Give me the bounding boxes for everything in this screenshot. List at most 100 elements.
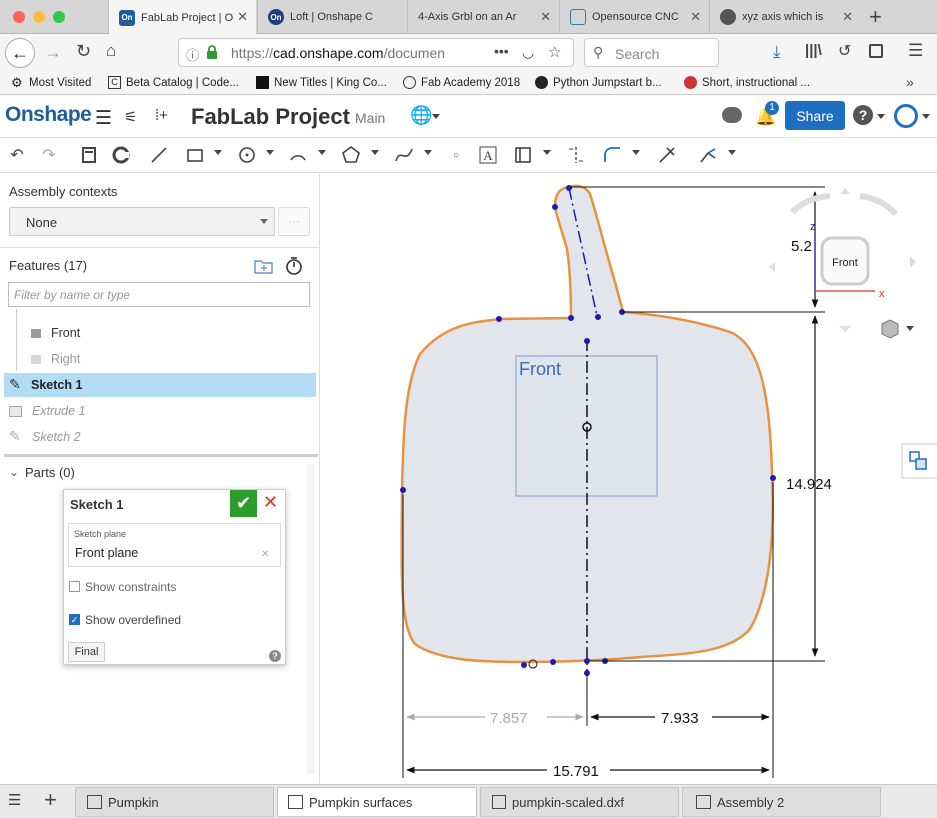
- add-tab-button[interactable]: +: [44, 787, 57, 813]
- back-button[interactable]: ←: [5, 38, 35, 68]
- search-input[interactable]: ⚲ Search: [584, 38, 719, 67]
- copy-sketch-icon[interactable]: [78, 144, 100, 166]
- right-width-dim-text[interactable]: 7.933: [661, 710, 699, 727]
- final-button[interactable]: Final: [68, 642, 105, 662]
- more-bookmarks-icon[interactable]: »: [906, 74, 914, 90]
- bookmark-new-titles[interactable]: New Titles | King Co...: [256, 76, 387, 89]
- bookmark-fab-academy[interactable]: Fab Academy 2018: [403, 76, 520, 89]
- feature-sketch-2[interactable]: ✎ Sketch 2: [0, 425, 316, 449]
- hamburger-menu-icon[interactable]: ☰: [95, 107, 112, 130]
- library-icon[interactable]: |||\: [805, 42, 822, 59]
- expand-chevron-icon[interactable]: ⌄: [9, 465, 19, 479]
- parts-label[interactable]: Parts (0): [25, 465, 75, 480]
- close-tab-icon[interactable]: ✕: [690, 9, 701, 25]
- chevron-down-icon[interactable]: [318, 150, 326, 155]
- assembly-context-menu-button[interactable]: ···: [278, 207, 310, 236]
- panel-scrollbar[interactable]: [307, 464, 315, 774]
- minimize-window-button[interactable]: [33, 11, 45, 23]
- sidebar-icon[interactable]: [869, 44, 883, 58]
- flow-icon[interactable]: ⚟: [124, 108, 137, 126]
- left-width-dim-text[interactable]: 7.857: [490, 710, 528, 727]
- browser-tab-fablab[interactable]: On FabLab Project | O ✕: [108, 0, 256, 35]
- stem-height-dim-text[interactable]: 5.2: [791, 238, 812, 255]
- text-tool-icon[interactable]: A: [477, 144, 499, 166]
- rectangle-tool-icon[interactable]: [184, 144, 206, 166]
- tab-manager-icon[interactable]: ☰: [8, 791, 21, 809]
- redo-icon[interactable]: ↷: [38, 144, 60, 166]
- feature-sketch-1[interactable]: ✎ Sketch 1: [4, 373, 316, 397]
- menu-icon[interactable]: ☰: [908, 41, 923, 61]
- feature-extrude-1[interactable]: Extrude 1: [0, 399, 316, 423]
- chevron-down-icon[interactable]: [424, 150, 432, 155]
- chevron-down-icon[interactable]: [266, 150, 274, 155]
- add-folder-icon[interactable]: [254, 258, 273, 274]
- construction-icon[interactable]: [512, 144, 534, 166]
- graphics-canvas[interactable]: 5.2 14.924 7.857 7.933 15.791 Front Fron…: [320, 174, 937, 784]
- sketch-viewport[interactable]: 5.2 14.924 7.857 7.933 15.791 Front Fron…: [320, 174, 937, 784]
- globe-icon[interactable]: 🌐: [410, 105, 432, 126]
- onshape-logo[interactable]: Onshape: [5, 103, 92, 127]
- use-icon[interactable]: [110, 144, 132, 166]
- close-window-button[interactable]: [13, 11, 25, 23]
- close-tab-icon[interactable]: ✕: [842, 9, 853, 25]
- bookmark-most-visited[interactable]: ⚙ Most Visited: [11, 76, 91, 89]
- help-icon[interactable]: ?: [853, 105, 873, 125]
- tab-pumpkin-surfaces[interactable]: Pumpkin surfaces: [277, 787, 477, 817]
- clear-plane-icon[interactable]: ✕: [261, 549, 269, 560]
- chevron-down-icon[interactable]: [922, 114, 930, 119]
- feature-filter-input[interactable]: Filter by name or type: [8, 282, 310, 307]
- help-icon[interactable]: ?: [269, 650, 281, 662]
- rollback-bar[interactable]: [4, 454, 318, 457]
- forward-button[interactable]: →: [44, 42, 62, 63]
- history-icon[interactable]: ↺: [838, 41, 851, 61]
- insert-icon[interactable]: ⁞+: [155, 107, 168, 124]
- assembly-context-select[interactable]: None: [9, 207, 275, 236]
- circle-tool-icon[interactable]: [236, 144, 258, 166]
- chevron-down-icon[interactable]: [728, 150, 736, 155]
- tab-pumpkin-scaled-dxf[interactable]: pumpkin-scaled.dxf: [480, 787, 679, 817]
- share-button[interactable]: Share: [785, 101, 845, 130]
- bookmark-python-jumpstart[interactable]: Python Jumpstart b...: [535, 76, 662, 89]
- total-width-dim-text[interactable]: 15.791: [553, 763, 599, 780]
- transform-tool-icon[interactable]: [697, 144, 719, 166]
- chevron-down-icon[interactable]: [543, 150, 551, 155]
- chevron-down-icon[interactable]: [371, 150, 379, 155]
- sketch-plane-field[interactable]: Sketch plane Front plane ✕: [68, 523, 281, 567]
- cancel-x-icon[interactable]: ✕: [263, 492, 278, 513]
- bookmark-star-icon[interactable]: ☆: [548, 43, 561, 61]
- tab-pumpkin[interactable]: Pumpkin: [75, 787, 274, 817]
- midpoint-line-icon[interactable]: [565, 144, 587, 166]
- spline-tool-icon[interactable]: [393, 144, 415, 166]
- view-cube-face-label[interactable]: Front: [832, 257, 858, 269]
- browser-tab-grbl[interactable]: 4-Axis Grbl on an Ar ✕: [407, 0, 559, 34]
- timer-icon[interactable]: [285, 256, 303, 275]
- browser-tab-opensource-cnc[interactable]: Opensource CNC ✕: [559, 0, 709, 34]
- front-plane-label[interactable]: Front: [519, 359, 561, 379]
- branch-label[interactable]: Main: [355, 110, 385, 126]
- view-mode-icon[interactable]: [881, 319, 914, 339]
- line-tool-icon[interactable]: [148, 144, 170, 166]
- pocket-icon[interactable]: ◡: [522, 44, 534, 61]
- fillet-tool-icon[interactable]: [601, 144, 623, 166]
- document-title[interactable]: FabLab Project: [191, 104, 350, 130]
- info-icon[interactable]: ⓘ: [186, 45, 199, 64]
- page-actions-icon[interactable]: •••: [494, 43, 509, 59]
- chevron-down-icon[interactable]: [877, 114, 885, 119]
- appearance-panel-icon[interactable]: [901, 443, 937, 479]
- download-icon[interactable]: ⤓: [773, 42, 781, 62]
- bookmark-short-instructional[interactable]: Short, instructional ...: [684, 76, 810, 89]
- home-button[interactable]: ⌂: [106, 41, 116, 61]
- feature-front-plane[interactable]: Front: [0, 321, 316, 345]
- view-cube[interactable]: Front z x: [769, 188, 916, 332]
- show-overdefined-checkbox[interactable]: ✓: [69, 614, 80, 625]
- chevron-down-icon[interactable]: [432, 114, 440, 119]
- tab-assembly-2[interactable]: Assembly 2: [682, 787, 881, 817]
- polygon-tool-icon[interactable]: [340, 144, 362, 166]
- user-avatar-icon[interactable]: [894, 104, 918, 128]
- confirm-check-icon[interactable]: ✔: [230, 490, 257, 517]
- close-tab-icon[interactable]: ✕: [540, 9, 551, 25]
- point-tool-icon[interactable]: ○: [445, 144, 467, 166]
- close-tab-icon[interactable]: ✕: [237, 9, 248, 25]
- reload-button[interactable]: ↻: [76, 41, 91, 62]
- url-bar[interactable]: ⓘ https://cad.onshape.com/documen ••• ◡ …: [178, 38, 574, 67]
